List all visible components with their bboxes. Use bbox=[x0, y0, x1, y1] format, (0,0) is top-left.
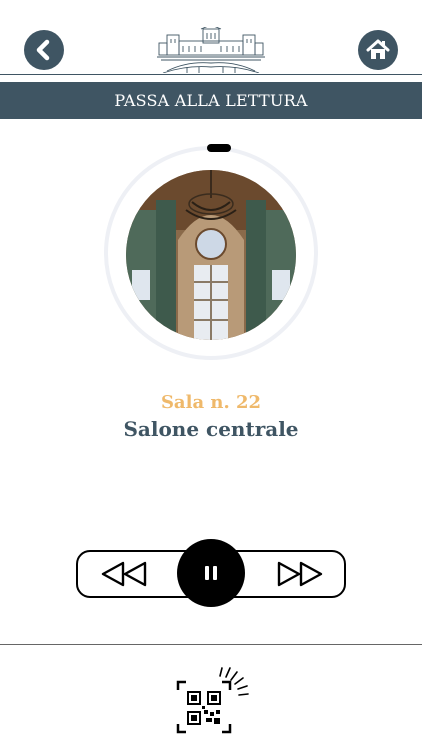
qr-scan-icon bbox=[176, 667, 249, 734]
pause-icon bbox=[205, 566, 217, 580]
castle-logo bbox=[157, 27, 265, 73]
rewind-button[interactable] bbox=[100, 561, 148, 587]
header-divider bbox=[0, 74, 422, 75]
read-mode-banner[interactable]: PASSA ALLA LETTURA bbox=[0, 82, 422, 119]
back-button[interactable] bbox=[24, 30, 64, 70]
room-number: Sala n. 22 bbox=[160, 392, 262, 413]
pause-button[interactable] bbox=[177, 539, 245, 607]
rewind-icon bbox=[101, 561, 147, 587]
chevron-left-icon bbox=[36, 39, 50, 61]
footer-divider bbox=[0, 644, 422, 645]
banner-label: PASSA ALLA LETTURA bbox=[114, 91, 308, 110]
home-icon bbox=[366, 39, 390, 59]
app-header bbox=[0, 0, 422, 82]
room-photo bbox=[126, 170, 296, 340]
qr-scan-button[interactable] bbox=[172, 662, 250, 740]
progress-handle[interactable] bbox=[207, 144, 231, 152]
home-button[interactable] bbox=[358, 30, 398, 70]
fast-forward-button[interactable] bbox=[276, 561, 324, 587]
fast-forward-icon bbox=[277, 561, 323, 587]
room-name: Salone centrale bbox=[123, 417, 299, 441]
